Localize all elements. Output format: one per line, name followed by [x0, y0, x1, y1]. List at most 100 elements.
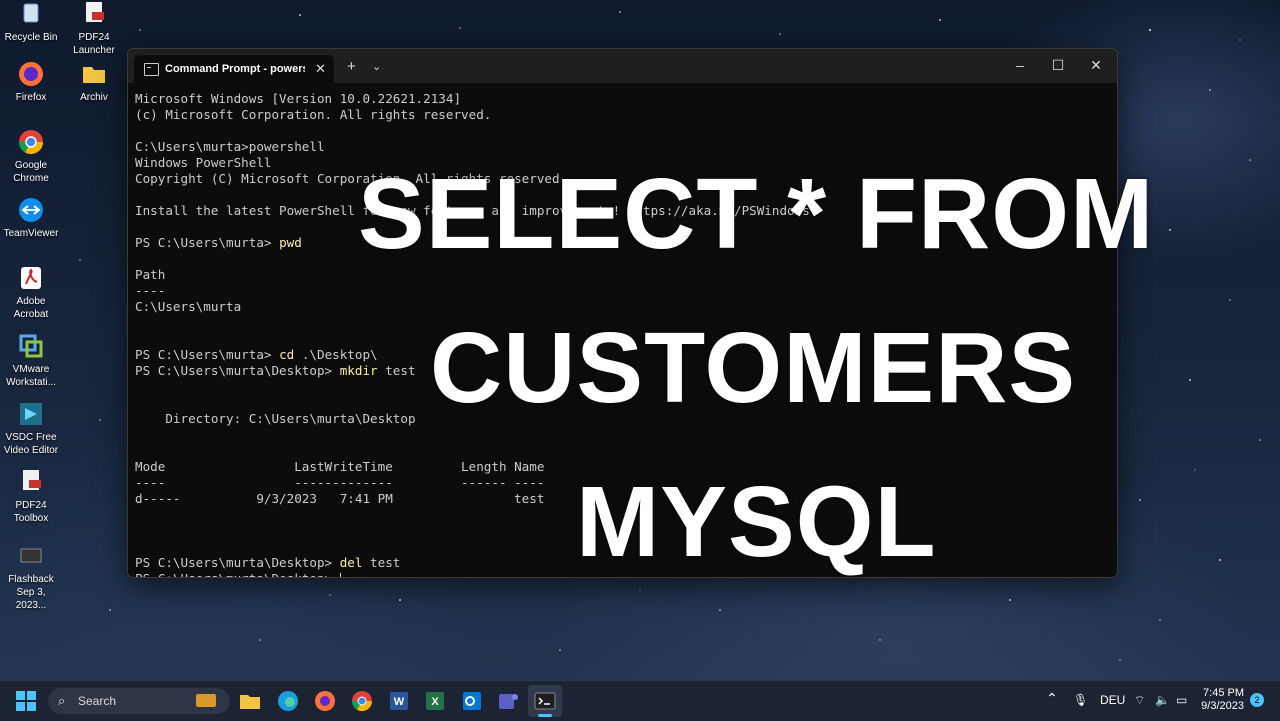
- clock[interactable]: 7:45 PM 9/3/2023: [1198, 687, 1244, 713]
- output-text: C:\Users\murta: [135, 299, 242, 314]
- console-line: C:\Users\murta>powershell: [135, 139, 1110, 155]
- console-line: ----: [135, 283, 1110, 299]
- volume-icon[interactable]: 🔈: [1155, 693, 1170, 707]
- teamviewer-icon: [19, 198, 43, 222]
- svg-text:W: W: [394, 696, 405, 708]
- prompt-text: PS C:\Users\murta\Desktop>: [135, 363, 340, 378]
- desktop-icon-label: PDF24 Launcher: [73, 32, 115, 56]
- firefox-icon[interactable]: [313, 689, 337, 713]
- terminal-icon: [534, 692, 556, 710]
- outlook-icon[interactable]: [460, 689, 484, 713]
- console-line: Directory: C:\Users\murta\Desktop: [135, 411, 1110, 427]
- console-line: Mode LastWriteTime Length Name: [135, 459, 1110, 475]
- command-prompt-icon: [144, 63, 159, 76]
- desktop-icon-label: Google Chrome: [13, 160, 49, 184]
- desktop-icon-teamviewer[interactable]: TeamViewer: [0, 196, 62, 240]
- prompt-text: PS C:\Users\murta>: [135, 235, 280, 250]
- battery-icon[interactable]: ▭: [1176, 693, 1187, 707]
- desktop-icon-firefox[interactable]: Firefox: [0, 60, 62, 104]
- notification-badge[interactable]: 2: [1250, 693, 1264, 707]
- terminal-window[interactable]: Command Prompt - powershe ✕ + ⌄ – ☐ ✕ Mi…: [127, 48, 1118, 578]
- text-cursor: [339, 573, 341, 577]
- desktop-icon-vsdc[interactable]: VSDC Free Video Editor: [0, 400, 62, 457]
- pdf24-icon: [23, 470, 41, 490]
- wifi-icon[interactable]: ⌔: [1134, 693, 1145, 708]
- prompt-text: PS C:\Users\murta\Desktop>: [135, 571, 340, 577]
- teams-icon[interactable]: [496, 689, 520, 713]
- console-line: Path: [135, 267, 1110, 283]
- desktop-icon-label: Firefox: [15, 92, 47, 103]
- new-tab-icon[interactable]: +: [347, 58, 356, 75]
- console-line: Copyright (C) Microsoft Corporation. All…: [135, 171, 1110, 187]
- minimize-button[interactable]: –: [1010, 55, 1030, 75]
- chrome-icon[interactable]: [350, 689, 374, 713]
- console-output[interactable]: Microsoft Windows [Version 10.0.22621.21…: [135, 91, 1110, 577]
- desktop-icon-pdf24-toolbox[interactable]: PDF24 Toolbox: [0, 468, 62, 525]
- tab-close-icon[interactable]: ✕: [315, 61, 326, 77]
- output-text: C:\Users\murta>powershell: [135, 139, 325, 154]
- acrobat-icon: [21, 267, 41, 289]
- prompt-text: PS C:\Users\murta>: [135, 347, 280, 362]
- desktop-icon-flashback[interactable]: Flashback Sep 3, 2023...: [0, 542, 62, 612]
- excel-icon[interactable]: X: [423, 689, 447, 713]
- console-line: Microsoft Windows [Version 10.0.22621.21…: [135, 91, 1110, 107]
- clock-date: 9/3/2023: [1201, 700, 1244, 712]
- output-text: d----- 9/3/2023 7:41 PM test: [135, 491, 545, 506]
- desktop-icon-recycle-bin[interactable]: Recycle Bin: [0, 0, 62, 44]
- video-file-icon: [20, 548, 42, 563]
- desktop-icon-label: PDF24 Toolbox: [13, 500, 49, 524]
- console-line: Install the latest PowerShell for new fe…: [135, 203, 1110, 219]
- recycle-bin-icon: [23, 3, 39, 23]
- search-highlight-icon: [196, 694, 216, 707]
- pdf24-icon: [86, 2, 104, 22]
- command-args: .\Desktop\: [294, 347, 378, 362]
- edge-icon[interactable]: [276, 689, 300, 713]
- desktop-icon-archiv[interactable]: Archiv: [63, 60, 125, 104]
- vsdc-icon: [20, 403, 42, 425]
- command-text: pwd: [279, 235, 302, 250]
- desktop-icon-acrobat[interactable]: Adobe Acrobat: [0, 264, 62, 321]
- terminal-tab[interactable]: Command Prompt - powershe ✕: [134, 55, 334, 83]
- output-text: (c) Microsoft Corporation. All rights re…: [135, 107, 492, 122]
- word-icon[interactable]: W: [387, 689, 411, 713]
- firefox-icon: [19, 62, 43, 86]
- output-text: Directory: C:\Users\murta\Desktop: [135, 411, 416, 426]
- chrome-icon: [18, 130, 43, 155]
- file-explorer-icon[interactable]: [238, 689, 262, 713]
- desktop-icon-vmware[interactable]: VMware Workstati...: [0, 332, 62, 389]
- output-text: ----: [135, 283, 166, 298]
- search-placeholder: Search: [78, 694, 117, 708]
- console-line: PS C:\Users\murta\Desktop> del test: [135, 555, 1110, 571]
- desktop-icon-chrome[interactable]: Google Chrome: [0, 128, 62, 185]
- console-line: Windows PowerShell: [135, 155, 1110, 171]
- desktop-icon-label: Adobe Acrobat: [13, 296, 49, 320]
- desktop-icon-label: VSDC Free Video Editor: [3, 432, 59, 456]
- console-line: ---- ------------- ------ ----: [135, 475, 1110, 491]
- tab-title: Command Prompt - powershe: [165, 63, 305, 75]
- close-button[interactable]: ✕: [1086, 55, 1106, 75]
- chevron-up-icon[interactable]: ⌃: [1046, 690, 1058, 707]
- output-text: Copyright (C) Microsoft Corporation. All…: [135, 171, 568, 186]
- desktop-icon-pdf24-launcher[interactable]: PDF24 Launcher: [63, 0, 125, 57]
- title-bar[interactable]: Command Prompt - powershe ✕ + ⌄ – ☐ ✕: [128, 49, 1117, 83]
- taskbar-search[interactable]: ⌕ Search: [48, 688, 230, 714]
- console-line: C:\Users\murta: [135, 299, 1110, 315]
- console-line: (c) Microsoft Corporation. All rights re…: [135, 107, 1110, 123]
- vmware-icon: [19, 334, 43, 358]
- microphone-icon[interactable]: 🎙: [1073, 693, 1088, 707]
- output-text: Install the latest PowerShell for new fe…: [135, 203, 810, 218]
- maximize-button[interactable]: ☐: [1048, 55, 1068, 75]
- chevron-down-icon[interactable]: ⌄: [372, 60, 381, 73]
- language-indicator[interactable]: DEU: [1100, 693, 1125, 707]
- console-line: d----- 9/3/2023 7:41 PM test: [135, 491, 1110, 507]
- windows-start-icon[interactable]: [14, 689, 38, 713]
- terminal-taskbar-button[interactable]: [528, 685, 562, 717]
- output-text: ---- ------------- ------ ----: [135, 475, 545, 490]
